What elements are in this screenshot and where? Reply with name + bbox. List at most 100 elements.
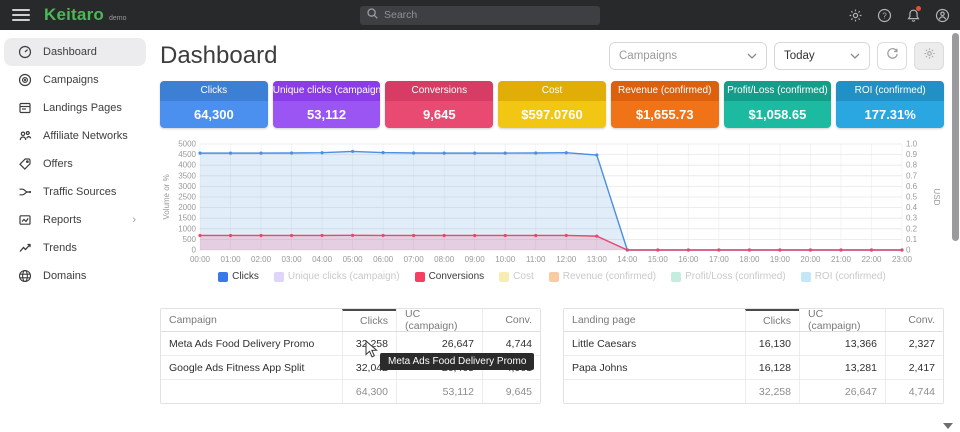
- chevron-down-icon: [747, 50, 757, 62]
- svg-text:2500: 2500: [178, 193, 196, 202]
- svg-text:0.8: 0.8: [906, 161, 918, 170]
- gauge-icon: [17, 45, 32, 60]
- legend-item-conversions[interactable]: Conversions: [415, 271, 485, 282]
- search-input[interactable]: [384, 9, 593, 21]
- target-icon: [17, 73, 32, 88]
- kpi-card-clicks[interactable]: Clicks 64,300: [160, 81, 268, 128]
- svg-text:00:00: 00:00: [190, 255, 211, 264]
- table-row[interactable]: Papa Johns 16,128 13,281 2,417: [564, 356, 943, 380]
- svg-text:0.9: 0.9: [906, 150, 918, 159]
- svg-text:23:00: 23:00: [892, 255, 913, 264]
- chevron-down-icon: [850, 50, 860, 62]
- svg-text:0.1: 0.1: [906, 235, 918, 244]
- svg-text:0.7: 0.7: [906, 171, 918, 180]
- svg-text:07:00: 07:00: [404, 255, 425, 264]
- svg-text:Volume or %: Volume or %: [162, 174, 171, 219]
- sidebar-item-reports[interactable]: Reports ›: [4, 206, 146, 234]
- sidebar-item-label: Campaigns: [43, 74, 99, 86]
- globe-icon: [17, 269, 32, 284]
- svg-text:09:00: 09:00: [465, 255, 486, 264]
- legend-swatch: [218, 272, 228, 282]
- legend-item-cost[interactable]: Cost: [499, 271, 534, 282]
- column-header-uc-campaign[interactable]: UC (campaign): [396, 309, 482, 331]
- kpi-card-cost[interactable]: Cost $597.0760: [498, 81, 606, 128]
- chart-canvas: 00:0001:0002:0003:0004:0005:0006:0007:00…: [160, 136, 940, 268]
- kpi-card-roi[interactable]: ROI (confirmed) 177.31%: [836, 81, 944, 128]
- app-logo[interactable]: Keitaro demo: [44, 5, 127, 25]
- svg-text:5000: 5000: [178, 140, 196, 149]
- logo-text: Keitaro: [44, 5, 104, 25]
- table-row[interactable]: Little Caesars 16,130 13,366 2,327: [564, 332, 943, 356]
- legend-swatch: [415, 272, 425, 282]
- sidebar-item-label: Trends: [43, 242, 77, 254]
- column-header-clicks[interactable]: Clicks: [342, 309, 396, 331]
- help-icon[interactable]: ?: [876, 7, 892, 23]
- totals-row: 64,300 53,112 9,645: [161, 380, 540, 403]
- svg-text:0.4: 0.4: [906, 203, 918, 212]
- legend-swatch: [549, 272, 559, 282]
- settings-icon[interactable]: [847, 7, 863, 23]
- column-header-clicks[interactable]: Clicks: [745, 309, 799, 331]
- legend-swatch: [274, 272, 284, 282]
- column-header-uc-campaign[interactable]: UC (campaign): [799, 309, 885, 331]
- account-icon[interactable]: [934, 7, 950, 23]
- campaign-filter-select[interactable]: Campaigns: [609, 42, 767, 70]
- dashboard-filters: Campaigns Today: [609, 42, 944, 70]
- svg-text:3500: 3500: [178, 171, 196, 180]
- svg-text:10:00: 10:00: [495, 255, 516, 264]
- svg-text:0: 0: [906, 246, 911, 255]
- sidebar-item-label: Offers: [43, 158, 73, 170]
- menu-toggle-icon[interactable]: [12, 9, 30, 21]
- sidebar-item-label: Reports: [43, 214, 82, 226]
- column-header-conv[interactable]: Conv.: [482, 309, 540, 331]
- svg-text:15:00: 15:00: [648, 255, 669, 264]
- chevron-right-icon: ›: [132, 214, 136, 226]
- page-scrollbar[interactable]: [952, 33, 959, 241]
- svg-text:17:00: 17:00: [709, 255, 730, 264]
- notifications-bell-icon[interactable]: [905, 7, 921, 23]
- sidebar-item-dashboard[interactable]: Dashboard: [4, 38, 146, 66]
- column-header-conv[interactable]: Conv.: [885, 309, 943, 331]
- sidebar-item-affiliate-networks[interactable]: Affiliate Networks: [4, 122, 146, 150]
- svg-text:0: 0: [192, 246, 197, 255]
- page-title: Dashboard: [160, 42, 277, 70]
- sidebar-item-campaigns[interactable]: Campaigns: [4, 66, 146, 94]
- sidebar-item-offers[interactable]: Offers: [4, 150, 146, 178]
- svg-text:18:00: 18:00: [739, 255, 760, 264]
- search-box[interactable]: [360, 6, 600, 25]
- legend-item-revenue[interactable]: Revenue (confirmed): [549, 271, 656, 282]
- svg-text:2000: 2000: [178, 203, 196, 212]
- scroll-down-arrow-icon[interactable]: [943, 423, 953, 429]
- svg-text:3000: 3000: [178, 182, 196, 191]
- refresh-icon: [886, 47, 899, 65]
- kpi-card-conversions[interactable]: Conversions 9,645: [385, 81, 493, 128]
- sidebar-item-trends[interactable]: Trends: [4, 234, 146, 262]
- legend-item-unique-clicks[interactable]: Unique clicks (campaign): [274, 271, 400, 282]
- sidebar-item-domains[interactable]: Domains: [4, 262, 146, 290]
- legend-item-clicks[interactable]: Clicks: [218, 271, 259, 282]
- kpi-card-revenue[interactable]: Revenue (confirmed) $1,655.73: [611, 81, 719, 128]
- sidebar-item-landings-pages[interactable]: Landings Pages: [4, 94, 146, 122]
- dashboard-settings-button[interactable]: [914, 42, 944, 70]
- topbar: Keitaro demo ?: [0, 0, 960, 30]
- legend-swatch: [499, 272, 509, 282]
- kpi-card-unique-clicks[interactable]: Unique clicks (campaign) 53,112: [273, 81, 381, 128]
- legend-item-roi[interactable]: ROI (confirmed): [801, 271, 886, 282]
- legend-item-profit-loss[interactable]: Profit/Loss (confirmed): [671, 271, 786, 282]
- column-header-landing-page[interactable]: Landing page: [564, 309, 745, 331]
- hover-tooltip: Meta Ads Food Delivery Promo: [380, 353, 534, 370]
- svg-text:1000: 1000: [178, 224, 196, 233]
- legend-swatch: [671, 272, 681, 282]
- column-header-campaign[interactable]: Campaign: [161, 309, 342, 331]
- date-range-select[interactable]: Today: [774, 42, 870, 70]
- refresh-button[interactable]: [877, 42, 907, 70]
- sidebar-item-traffic-sources[interactable]: Traffic Sources: [4, 178, 146, 206]
- svg-text:19:00: 19:00: [770, 255, 791, 264]
- svg-text:USD: USD: [932, 189, 940, 206]
- svg-text:0.3: 0.3: [906, 214, 918, 223]
- svg-text:04:00: 04:00: [312, 255, 333, 264]
- svg-text:03:00: 03:00: [282, 255, 303, 264]
- kpi-card-profit-loss[interactable]: Profit/Loss (confirmed) $1,058.65: [724, 81, 832, 128]
- totals-row: 32,258 26,647 4,744: [564, 380, 943, 403]
- svg-text:08:00: 08:00: [434, 255, 455, 264]
